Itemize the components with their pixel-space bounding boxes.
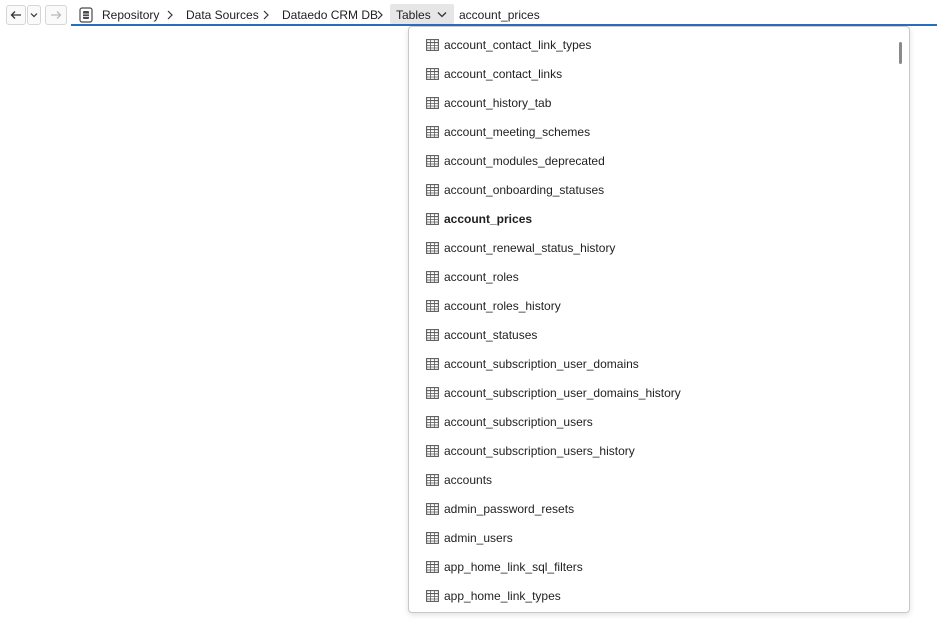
- chevron-down-icon: [30, 13, 38, 18]
- table-icon: [426, 358, 439, 370]
- list-item-account-contact-link-types[interactable]: account_contact_link_types: [409, 30, 889, 59]
- table-icon: [426, 155, 439, 167]
- list-item-label: account_subscription_users_history: [444, 444, 635, 458]
- arrow-right-icon: [51, 11, 62, 19]
- breadcrumb-tables: Tables: [396, 8, 431, 22]
- list-item-label: account_history_tab: [444, 96, 552, 110]
- list-item-account-onboarding-statuses[interactable]: account_onboarding_statuses: [409, 175, 889, 204]
- table-icon: [426, 242, 439, 254]
- breadcrumb-tables-dropdown[interactable]: Tables: [390, 4, 454, 24]
- list-item-label: admin_password_resets: [444, 502, 575, 516]
- table-icon: [426, 300, 439, 312]
- list-item-label: account_onboarding_statuses: [444, 183, 605, 197]
- list-item-label: account_contact_links: [444, 67, 563, 81]
- list-item-label: account_renewal_status_history: [444, 241, 616, 255]
- list-item-app-home-link-types[interactable]: app_home_link_types: [409, 581, 889, 610]
- list-item-account-subscription-user-domains-history[interactable]: account_subscription_user_domains_histor…: [409, 378, 889, 407]
- list-item-label: app_home_link_types: [444, 589, 561, 603]
- table-icon: [426, 126, 439, 138]
- list-item-label: account_subscription_user_domains_histor…: [444, 386, 681, 400]
- list-item-label: account_statuses: [444, 328, 538, 342]
- forward-button[interactable]: [45, 5, 67, 25]
- chevron-right-icon: [167, 10, 173, 20]
- list-item-account-history-tab[interactable]: account_history_tab: [409, 88, 889, 117]
- list-item-app-home-link-sql-filters[interactable]: app_home_link_sql_filters: [409, 552, 889, 581]
- list-item-account-subscription-users[interactable]: account_subscription_users: [409, 407, 889, 436]
- table-icon: [426, 590, 439, 602]
- table-icon: [426, 329, 439, 341]
- list-item-account-contact-links[interactable]: account_contact_links: [409, 59, 889, 88]
- list-item-label: account_modules_deprecated: [444, 154, 605, 168]
- back-button[interactable]: [6, 5, 26, 25]
- list-item-label: account_contact_link_types: [444, 38, 592, 52]
- table-icon: [426, 184, 439, 196]
- tables-dropdown-list[interactable]: account_contact_link_types account_conta…: [408, 26, 910, 613]
- table-icon: [426, 532, 439, 544]
- chevron-down-icon: [437, 12, 447, 18]
- list-item-account-statuses[interactable]: account_statuses: [409, 320, 889, 349]
- list-item-account-subscription-users-history[interactable]: account_subscription_users_history: [409, 436, 889, 465]
- table-icon: [426, 561, 439, 573]
- chevron-right-icon: [377, 10, 383, 20]
- scrollbar-thumb[interactable]: [899, 42, 902, 64]
- list-item-label: app_home_link_sql_filters: [444, 560, 583, 574]
- list-item-label: account_subscription_users: [444, 415, 593, 429]
- list-item-label: account_prices: [444, 212, 533, 226]
- history-dropdown-button[interactable]: [27, 5, 41, 25]
- table-icon: [426, 445, 439, 457]
- table-icon: [426, 68, 439, 80]
- list-item-account-modules-deprecated[interactable]: account_modules_deprecated: [409, 146, 889, 175]
- breadcrumb-data-sources[interactable]: Data Sources: [186, 8, 259, 22]
- list-item-admin-users[interactable]: admin_users: [409, 523, 889, 552]
- breadcrumb: Repository Data Sources Dataedo CRM DB T…: [71, 4, 937, 26]
- list-item-account-subscription-user-domains[interactable]: account_subscription_user_domains: [409, 349, 889, 378]
- list-item-account-prices[interactable]: account_prices: [409, 204, 889, 233]
- list-item-admin-password-resets[interactable]: admin_password_resets: [409, 494, 889, 523]
- breadcrumb-current-table[interactable]: account_prices: [459, 8, 540, 22]
- table-icon: [426, 271, 439, 283]
- table-icon: [426, 416, 439, 428]
- list-item-label: account_meeting_schemes: [444, 125, 591, 139]
- list-item-label: account_roles_history: [444, 299, 561, 313]
- table-icon: [426, 387, 439, 399]
- list-item-label: account_subscription_user_domains: [444, 357, 639, 371]
- table-icon: [426, 474, 439, 486]
- list-item-label: admin_users: [444, 531, 513, 545]
- list-item-account-roles-history[interactable]: account_roles_history: [409, 291, 889, 320]
- list-item-account-roles[interactable]: account_roles: [409, 262, 889, 291]
- breadcrumb-repository[interactable]: Repository: [102, 8, 159, 22]
- list-item-label: account_roles: [444, 270, 519, 284]
- list-item-label: accounts: [444, 473, 493, 487]
- table-icon: [426, 97, 439, 109]
- chevron-right-icon: [263, 10, 269, 20]
- table-icon: [426, 39, 439, 51]
- table-icon: [426, 213, 439, 225]
- list-item-account-renewal-status-history[interactable]: account_renewal_status_history: [409, 233, 889, 262]
- list-item-account-meeting-schemes[interactable]: account_meeting_schemes: [409, 117, 889, 146]
- database-icon: [79, 7, 93, 23]
- table-icon: [426, 503, 439, 515]
- breadcrumb-database[interactable]: Dataedo CRM DB: [282, 8, 378, 22]
- list-item-accounts[interactable]: accounts: [409, 465, 889, 494]
- arrow-left-icon: [10, 11, 21, 19]
